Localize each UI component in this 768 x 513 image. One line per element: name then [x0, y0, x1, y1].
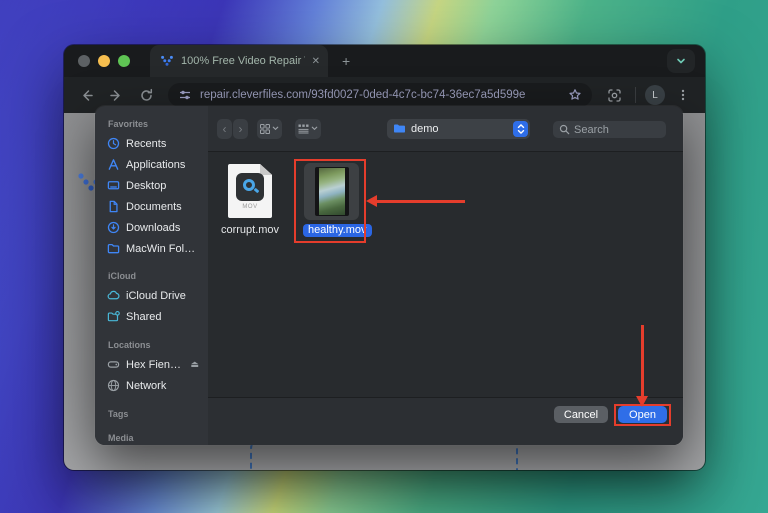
profile-avatar[interactable]: L [645, 85, 665, 105]
sidebar-item-shared[interactable]: Shared [106, 306, 199, 327]
sidebar-item-documents[interactable]: Documents [106, 196, 199, 217]
browser-tab[interactable]: 100% Free Video Repair Tool ✕ [150, 45, 328, 77]
dialog-main: ‹ › demo [208, 106, 683, 445]
video-thumbnail [315, 167, 349, 216]
sidebar-item-applications[interactable]: Applications [106, 154, 199, 175]
file-item-healthy-selected[interactable]: healthy.mov [303, 163, 360, 238]
applications-icon [106, 158, 120, 171]
file-item-corrupt[interactable]: MOV corrupt.mov [212, 164, 288, 236]
tab-title: 100% Free Video Repair Tool [181, 55, 305, 67]
back-button[interactable]: ‹ [217, 119, 232, 139]
selection-highlight [304, 163, 359, 220]
shared-folder-icon [106, 310, 120, 323]
file-name: corrupt.mov [212, 224, 288, 236]
chevron-down-icon [675, 55, 687, 67]
favorites-section-title: Favorites [108, 118, 199, 130]
sidebar-item-desktop[interactable]: Desktop [106, 175, 199, 196]
address-bar[interactable]: repair.cleverfiles.com/93fd0027-0ded-4c7… [168, 83, 592, 107]
search-icon [559, 124, 570, 135]
sidebar-item-macwin-folder[interactable]: MacWin Folder [106, 238, 199, 259]
tab-close-icon[interactable]: ✕ [312, 56, 320, 67]
forward-icon[interactable] [104, 83, 128, 107]
open-file-dialog: Favorites Recents Applications Desktop D… [95, 106, 683, 445]
tab-search-button[interactable] [667, 49, 695, 73]
cancel-button[interactable]: Cancel [554, 406, 608, 423]
folder-icon [393, 123, 406, 134]
current-folder-name: demo [411, 123, 508, 135]
media-section-title: Media [108, 432, 199, 444]
screenshot-icon[interactable] [602, 83, 626, 107]
zoom-window-button[interactable] [118, 55, 130, 67]
dialog-footer: Cancel Open [208, 397, 683, 445]
eject-icon[interactable]: ⏏ [190, 359, 199, 370]
search-field[interactable] [553, 121, 666, 138]
list-view-button[interactable] [295, 119, 321, 139]
forward-button[interactable]: › [233, 119, 248, 139]
minimize-window-button[interactable] [98, 55, 110, 67]
chevron-down-icon [311, 125, 318, 132]
dialog-toolbar: ‹ › demo [208, 106, 683, 152]
bookmark-star-icon[interactable] [568, 88, 582, 102]
downloads-icon [106, 221, 120, 234]
close-window-button[interactable] [78, 55, 90, 67]
document-icon [106, 200, 120, 213]
selected-file-name: healthy.mov [303, 224, 372, 237]
mov-file-icon: MOV [228, 164, 272, 218]
toolbar-divider [635, 87, 636, 103]
clock-icon [106, 137, 120, 150]
icloud-section-title: iCloud [108, 270, 199, 282]
gallery-view-icon [298, 124, 309, 134]
search-input[interactable] [574, 124, 654, 136]
open-button[interactable]: Open [618, 406, 667, 423]
back-icon[interactable] [74, 83, 98, 107]
folder-dropdown[interactable]: demo [387, 119, 530, 139]
new-tab-button[interactable]: + [342, 53, 350, 69]
window-controls [64, 55, 142, 67]
nav-buttons: ‹ › [217, 119, 248, 139]
globe-icon [106, 379, 120, 392]
folder-icon [106, 242, 120, 255]
dialog-sidebar: Favorites Recents Applications Desktop D… [95, 106, 208, 445]
sidebar-item-network[interactable]: Network [106, 375, 199, 396]
menu-kebab-icon[interactable] [671, 83, 695, 107]
dropdown-stepper-icon[interactable] [513, 121, 528, 137]
file-list-area[interactable]: MOV corrupt.mov healthy.mov [208, 152, 683, 397]
tags-section-title: Tags [108, 408, 199, 420]
desktop-icon [106, 179, 120, 192]
chevron-down-icon [272, 125, 279, 132]
tab-strip: 100% Free Video Repair Tool ✕ + [64, 45, 705, 77]
icon-view-button[interactable] [257, 119, 282, 139]
cloud-icon [106, 289, 120, 302]
disk-icon [106, 358, 120, 371]
url-text: repair.cleverfiles.com/93fd0027-0ded-4c7… [200, 89, 560, 101]
locations-section-title: Locations [108, 339, 199, 351]
sidebar-item-recents[interactable]: Recents [106, 133, 199, 154]
reload-icon[interactable] [134, 83, 158, 107]
site-settings-icon[interactable] [178, 88, 192, 102]
sidebar-item-hex-fiend[interactable]: Hex Fiend… ⏏ [106, 354, 199, 375]
tab-favicon [160, 54, 174, 68]
sidebar-item-icloud-drive[interactable]: iCloud Drive [106, 285, 199, 306]
sidebar-item-downloads[interactable]: Downloads [106, 217, 199, 238]
mov-badge: MOV [228, 204, 272, 210]
grid-view-icon [260, 124, 270, 134]
